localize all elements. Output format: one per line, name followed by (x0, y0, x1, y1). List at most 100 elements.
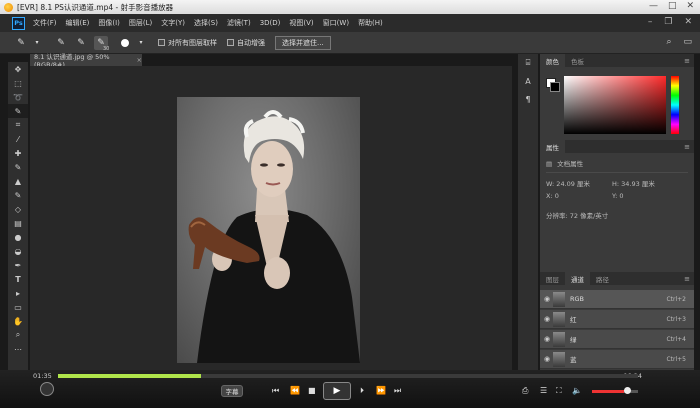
quick-select-tool-icon[interactable]: ✎ (8, 104, 28, 118)
new-selection-icon[interactable]: ✎ (54, 36, 68, 50)
width-field[interactable]: W: 24.09 厘米 (546, 178, 590, 188)
history-panel-icon[interactable]: ⌸ (518, 54, 538, 72)
screenshot-icon[interactable]: ⎙ (522, 386, 528, 396)
tab-paths[interactable]: 路径 (590, 272, 615, 285)
brush-dropdown-icon[interactable]: ▾ (138, 36, 144, 50)
workspace-icon[interactable]: ▭ (683, 37, 692, 47)
dodge-tool-icon[interactable]: ◒ (8, 244, 28, 258)
brush-preview-icon[interactable] (118, 36, 132, 50)
playlist-icon[interactable]: ☰ (540, 386, 547, 395)
stop-icon[interactable]: ■ (308, 386, 316, 395)
panel-menu-icon[interactable]: ≡ (684, 143, 690, 151)
channel-row-green[interactable]: ◉ 绿 Ctrl+4 (540, 330, 694, 349)
tab-properties[interactable]: 属性 (540, 140, 565, 153)
eye-icon[interactable]: ◉ (541, 315, 553, 323)
player-title: [EVR] 8.1 PS认识通道.mp4 - 射手影音播放器 (17, 2, 174, 12)
menu-layer[interactable]: 图层(L) (129, 18, 152, 28)
add-to-selection-icon[interactable]: ✎ (74, 36, 88, 50)
x-field[interactable]: X: 0 (546, 192, 559, 200)
paragraph-panel-icon[interactable]: ¶ (518, 90, 538, 108)
menu-3d[interactable]: 3D(D) (260, 19, 281, 27)
healing-tool-icon[interactable]: ✚ (8, 146, 28, 160)
path-select-icon[interactable]: ▸ (8, 286, 28, 300)
ps-restore-icon[interactable]: ❐ (664, 17, 672, 27)
player-title-bar: [EVR] 8.1 PS认识通道.mp4 - 射手影音播放器 — □ ✕ (0, 0, 700, 14)
lasso-tool-icon[interactable]: ➰ (8, 90, 28, 104)
close-button[interactable]: ✕ (686, 1, 694, 11)
step-forward-icon[interactable]: ⏵ (360, 386, 364, 396)
ps-minimize-icon[interactable]: – (648, 17, 653, 27)
menu-view[interactable]: 视图(V) (289, 18, 313, 28)
tab-channels[interactable]: 通道 (565, 272, 590, 285)
crop-tool-icon[interactable]: ⌗ (8, 118, 28, 132)
zoom-tool-icon[interactable]: ⌕ (8, 328, 28, 342)
eye-icon[interactable]: ◉ (541, 295, 553, 303)
close-icon[interactable]: × (137, 56, 142, 64)
document-tab[interactable]: 8.1 认识通道.jpg @ 50%(RGB/8#) × (30, 53, 142, 69)
color-spectrum[interactable] (564, 76, 666, 134)
stamp-tool-icon[interactable]: ▲ (8, 174, 28, 188)
eye-icon[interactable]: ◉ (541, 335, 553, 343)
search-icon[interactable]: ⌕ (666, 37, 671, 47)
ps-window-controls: – ❐ ✕ (648, 17, 692, 27)
marquee-tool-icon[interactable]: ⬚ (8, 76, 28, 90)
tab-color[interactable]: 颜色 (540, 54, 565, 67)
color-background-swatch[interactable] (550, 82, 560, 92)
fullscreen-icon[interactable]: ⛶ (556, 386, 562, 396)
skip-forward-icon[interactable]: ⏭ (394, 386, 401, 396)
menu-image[interactable]: 图像(I) (98, 18, 120, 28)
maximize-button[interactable]: □ (668, 1, 677, 11)
pen-tool-icon[interactable]: ✒ (8, 258, 28, 272)
menu-filter[interactable]: 滤镜(T) (227, 18, 251, 28)
channel-shortcut: Ctrl+3 (666, 315, 686, 323)
shape-tool-icon[interactable]: ▭ (8, 300, 28, 314)
panel-menu-icon[interactable]: ≡ (684, 57, 690, 65)
eye-icon[interactable]: ◉ (541, 355, 553, 363)
player-window-controls: — □ ✕ (649, 1, 694, 11)
gradient-tool-icon[interactable]: ▤ (8, 216, 28, 230)
play-button[interactable]: ▶ (323, 382, 351, 400)
height-field[interactable]: H: 34.93 厘米 (612, 178, 655, 188)
hue-slider[interactable] (671, 76, 679, 134)
menu-select[interactable]: 选择(S) (194, 18, 218, 28)
hand-tool-icon[interactable]: ✋ (8, 314, 28, 328)
user-avatar-icon[interactable] (40, 382, 54, 396)
channel-row-red[interactable]: ◉ 红 Ctrl+3 (540, 310, 694, 329)
channel-row-rgb[interactable]: ◉ RGB Ctrl+2 (540, 290, 694, 309)
blur-tool-icon[interactable]: ● (8, 230, 28, 244)
menu-help[interactable]: 帮助(H) (358, 18, 383, 28)
history-brush-icon[interactable]: ✎ (8, 188, 28, 202)
type-tool-icon[interactable]: T (8, 272, 28, 286)
select-and-mask-button[interactable]: 选择并遮住... (275, 35, 331, 50)
character-panel-icon[interactable]: A (518, 72, 538, 90)
tab-layers[interactable]: 图层 (540, 272, 565, 285)
volume-knob[interactable] (624, 387, 631, 394)
quick-select-tool-icon[interactable]: ✎ (14, 36, 28, 50)
volume-icon[interactable]: 🔈 (572, 386, 582, 395)
menu-window[interactable]: 窗口(W) (323, 18, 349, 28)
skip-back-icon[interactable]: ⏮ (272, 386, 279, 396)
volume-slider[interactable] (592, 390, 638, 393)
subtitle-button[interactable]: 字幕 (221, 385, 243, 397)
rewind-icon[interactable]: ⏪ (290, 386, 300, 395)
menu-edit[interactable]: 编辑(E) (66, 18, 90, 28)
tab-swatches[interactable]: 色板 (565, 54, 590, 67)
more-tools-icon[interactable]: ⋯ (8, 342, 28, 356)
auto-enhance-checkbox[interactable] (227, 39, 234, 46)
panel-menu-icon[interactable]: ≡ (684, 275, 690, 283)
channel-row-blue[interactable]: ◉ 蓝 Ctrl+5 (540, 350, 694, 369)
fast-forward-icon[interactable]: ⏩ (376, 386, 386, 395)
chevron-down-icon[interactable]: ▾ (34, 36, 40, 50)
eraser-tool-icon[interactable]: ◇ (8, 202, 28, 216)
menu-file[interactable]: 文件(F) (33, 18, 57, 28)
eyedropper-tool-icon[interactable]: ⁄ (8, 132, 28, 146)
ps-close-icon[interactable]: ✕ (684, 17, 692, 27)
sample-all-layers-checkbox[interactable] (158, 39, 165, 46)
brush-tool-icon[interactable]: ✎ (8, 160, 28, 174)
y-field[interactable]: Y: 0 (612, 192, 624, 200)
seek-bar[interactable] (58, 374, 638, 378)
channel-name: 红 (570, 316, 577, 324)
menu-type[interactable]: 文字(Y) (161, 18, 185, 28)
move-tool-icon[interactable]: ✥ (8, 62, 28, 76)
minimize-button[interactable]: — (649, 1, 658, 11)
